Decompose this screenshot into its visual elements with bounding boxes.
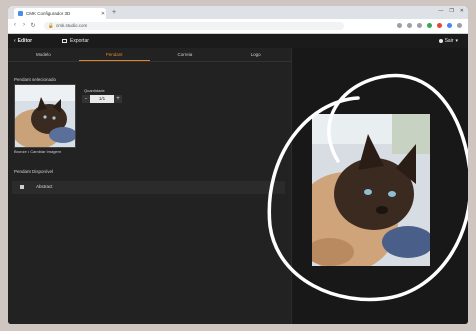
extension-icon[interactable] [427, 23, 432, 28]
toolbar-extension-icons [397, 23, 462, 28]
browser-tab[interactable]: CMK Configurador 3D ✕ [14, 8, 106, 19]
decrement-button[interactable]: - [82, 95, 90, 103]
back-label: Editor [17, 38, 33, 44]
user-icon [438, 39, 443, 43]
maximize-button[interactable]: ❐ [449, 8, 453, 14]
cat-photo-thumbnail [15, 85, 75, 147]
chevron-down-icon: ▾ [455, 38, 458, 44]
url-text: cmk.studio.com [56, 23, 88, 28]
filter-row-abstract[interactable]: Abstract [12, 181, 285, 194]
extension-icon[interactable] [447, 23, 452, 28]
quantity-stepper: - 1/1 + [82, 95, 122, 103]
thumbnail-caption[interactable]: Bronze • Cambiar Imagem [14, 149, 61, 154]
tab-logo[interactable]: Logo [220, 48, 291, 61]
favicon-icon [18, 11, 23, 16]
export-button[interactable]: Exportar [62, 38, 89, 44]
chevron-left-icon: ‹ [14, 38, 16, 44]
user-label: Sair [444, 38, 454, 44]
filter-row-label: Abstract [36, 184, 53, 189]
extension-icon[interactable] [407, 23, 412, 28]
app-header: ‹ Editor Exportar Sair ▾ [8, 34, 468, 48]
config-panel: Modelo Pendant Correia Logo Pendant sele… [8, 48, 292, 324]
window-controls: — ❐ ✕ [438, 8, 464, 14]
close-tab-icon[interactable]: ✕ [100, 11, 106, 17]
back-arrow-icon[interactable]: ‹ [11, 22, 19, 28]
browser-window: CMK Configurador 3D ✕ + — ❐ ✕ ‹ › ↻ 🔒 cm… [8, 6, 468, 324]
extension-icon[interactable] [437, 23, 442, 28]
tab-pendant[interactable]: Pendant [78, 48, 150, 61]
reload-icon[interactable]: ↻ [29, 22, 37, 29]
cat-photo-preview [312, 114, 430, 266]
export-label: Exportar [70, 38, 89, 44]
url-field[interactable]: 🔒 cmk.studio.com [44, 22, 344, 30]
config-tabs: Modelo Pendant Correia Logo [8, 48, 291, 62]
minimize-button[interactable]: — [438, 8, 443, 14]
preview-area [292, 48, 468, 324]
tab-correia[interactable]: Correia [150, 48, 221, 61]
export-icon [62, 39, 67, 43]
tab-strip: CMK Configurador 3D ✕ + — ❐ ✕ [8, 6, 468, 19]
new-tab-button[interactable]: + [110, 8, 118, 17]
extension-icon[interactable] [417, 23, 422, 28]
tab-modelo[interactable]: Modelo [8, 48, 79, 61]
quantity-value[interactable]: 1/1 [90, 95, 114, 103]
close-window-button[interactable]: ✕ [460, 8, 464, 14]
pendant-preview [312, 114, 430, 266]
back-to-editor-button[interactable]: ‹ Editor [14, 38, 32, 44]
tab-title: CMK Configurador 3D [26, 11, 71, 16]
pendant-thumbnail[interactable] [14, 84, 76, 148]
available-pendants-label: Pendant Disponível [14, 169, 54, 174]
lock-icon: 🔒 [48, 23, 54, 28]
quantity-label: Quantidade [84, 88, 105, 93]
user-menu[interactable]: Sair ▾ [438, 38, 458, 44]
filter-icon [20, 185, 24, 189]
extension-icon[interactable] [397, 23, 402, 28]
increment-button[interactable]: + [114, 95, 122, 103]
address-bar: ‹ › ↻ 🔒 cmk.studio.com [8, 19, 468, 34]
extension-icon[interactable] [457, 23, 462, 28]
forward-arrow-icon[interactable]: › [20, 22, 28, 28]
selected-pendant-label: Pendant selecionado [14, 77, 57, 82]
